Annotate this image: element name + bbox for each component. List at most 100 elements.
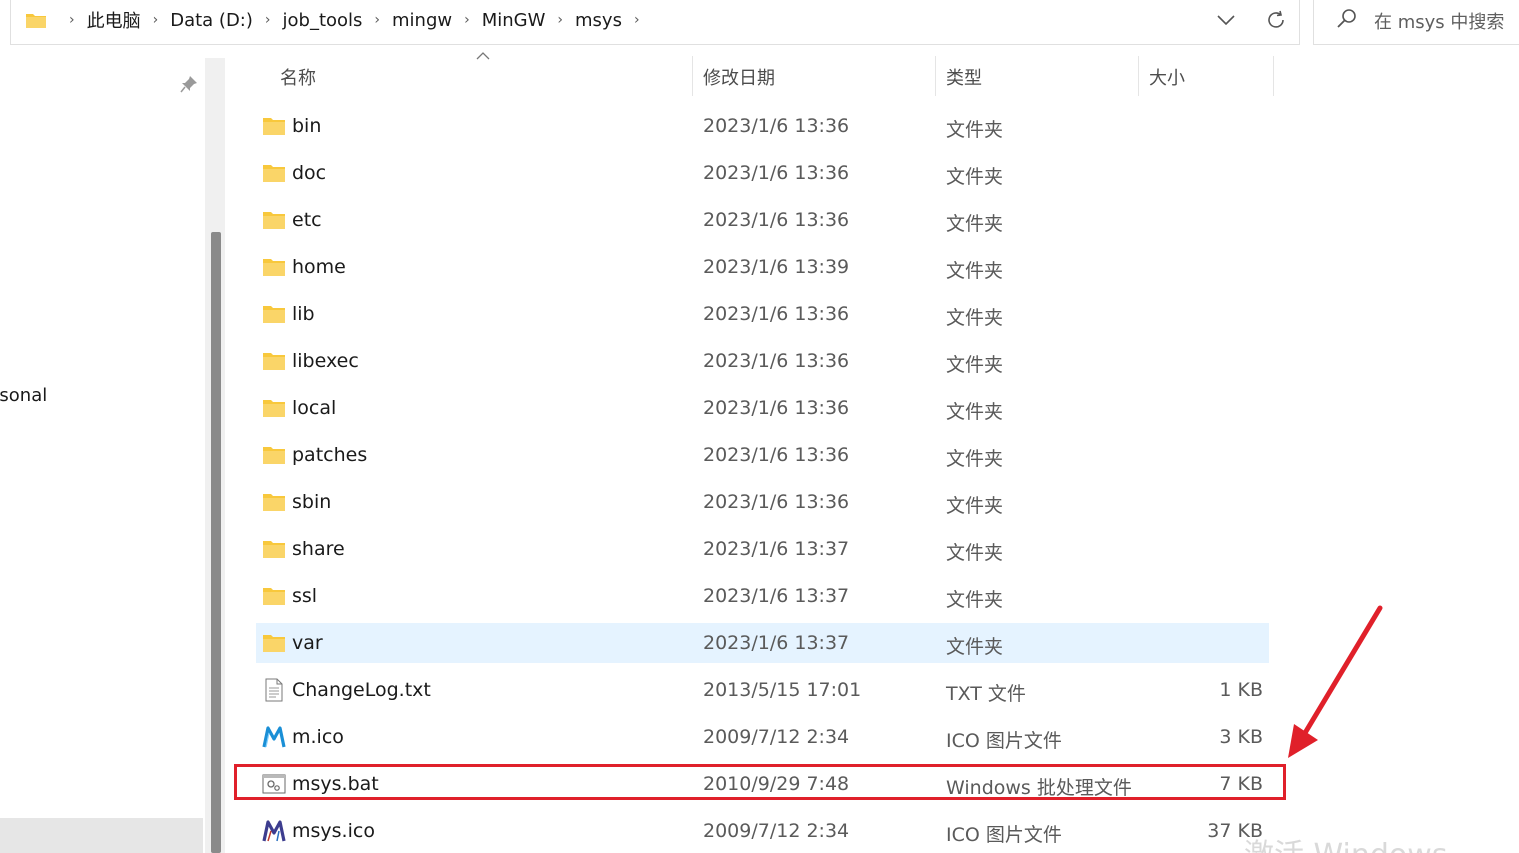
file-modified: 2009/7/12 2:34 [703,820,850,842]
column-header-modified[interactable]: 修改日期 [703,64,775,90]
file-row[interactable]: doc 2023/1/6 13:36 文件夹 [256,153,1269,193]
file-modified: 2023/1/6 13:37 [703,632,850,654]
file-modified: 2023/1/6 13:36 [703,397,850,419]
column-divider[interactable] [1273,56,1274,96]
folder-icon [262,537,286,561]
file-size: 1 KB [1219,679,1263,701]
folder-icon [262,443,286,467]
file-row[interactable]: libexec 2023/1/6 13:36 文件夹 [256,341,1269,381]
chevron-right-icon[interactable]: › [464,12,470,28]
file-modified: 2023/1/6 13:36 [703,303,850,325]
file-name: lib [292,303,315,325]
pin-icon[interactable] [180,75,198,93]
file-modified: 2023/1/6 13:36 [703,491,850,513]
text-file-icon [262,678,286,702]
chevron-right-icon[interactable]: › [265,12,271,28]
mingw-m-icon [262,725,286,749]
file-row[interactable]: m.ico 2009/7/12 2:34 ICO 图片文件 3 KB [256,717,1269,757]
file-name: m.ico [292,726,344,748]
file-name: ssl [292,585,318,607]
nav-item-personal[interactable]: rsonal [0,385,47,406]
folder-icon [262,161,286,185]
file-modified: 2023/1/6 13:36 [703,350,850,372]
file-type: 文件夹 [946,307,1004,329]
breadcrumb-item-mingw[interactable]: mingw [392,10,452,31]
breadcrumb-item-mingw-upper[interactable]: MinGW [482,10,546,31]
file-row[interactable]: share 2023/1/6 13:37 文件夹 [256,529,1269,569]
file-row[interactable]: sbin 2023/1/6 13:36 文件夹 [256,482,1269,522]
column-header-size[interactable]: 大小 [1149,64,1185,90]
file-type: 文件夹 [946,589,1004,611]
chevron-right-icon[interactable]: › [374,12,380,28]
file-name: var [292,632,323,654]
file-row[interactable]: ssl 2023/1/6 13:37 文件夹 [256,576,1269,616]
annotation-arrow-icon [1288,605,1383,758]
chevron-right-icon[interactable]: › [557,12,563,28]
file-row[interactable]: etc 2023/1/6 13:36 文件夹 [256,200,1269,240]
chevron-right-icon[interactable]: › [153,12,159,28]
refresh-button[interactable] [1261,6,1291,34]
column-divider[interactable] [1138,56,1139,96]
column-header-type[interactable]: 类型 [946,64,982,90]
folder-icon [262,490,286,514]
column-divider[interactable] [692,56,693,96]
file-name: patches [292,444,368,466]
file-name: msys.ico [292,820,375,842]
file-row-selected[interactable]: var 2023/1/6 13:37 文件夹 [256,623,1269,663]
file-type: 文件夹 [946,401,1004,423]
search-placeholder: 在 msys 中搜索 [1374,12,1505,33]
refresh-icon [1268,10,1284,28]
navigation-pane[interactable]: rsonal [0,45,205,853]
file-name: libexec [292,350,359,372]
file-name: sbin [292,491,332,513]
folder-icon [262,208,286,232]
search-input[interactable]: 在 msys 中搜索 [1313,0,1519,45]
nav-scrollbar-thumb[interactable] [211,232,221,853]
folder-icon [262,396,286,420]
file-modified: 2023/1/6 13:36 [703,209,850,231]
file-size: 3 KB [1219,726,1263,748]
file-name: doc [292,162,327,184]
file-type: 文件夹 [946,119,1004,141]
file-type: 文件夹 [946,542,1004,564]
folder-icon [262,349,286,373]
breadcrumb-item-data-drive[interactable]: Data (D:) [170,10,253,31]
breadcrumb-item-job-tools[interactable]: job_tools [283,10,363,31]
chevron-right-icon[interactable]: › [69,12,75,28]
file-row[interactable]: msys.ico 2009/7/12 2:34 ICO 图片文件 37 KB [256,811,1269,851]
file-row[interactable]: ChangeLog.txt 2013/5/15 17:01 TXT 文件 1 K… [256,670,1269,710]
sort-ascending-icon [476,52,490,60]
file-name: etc [292,209,322,231]
folder-icon [262,302,286,326]
file-modified: 2023/1/6 13:36 [703,115,850,137]
file-type: TXT 文件 [946,683,1026,705]
breadcrumb: › 此电脑 › Data (D:) › job_tools › mingw › … [25,0,652,40]
folder-icon [262,584,286,608]
file-row[interactable]: bin 2023/1/6 13:36 文件夹 [256,106,1269,146]
file-modified: 2023/1/6 13:36 [703,444,850,466]
file-type: 文件夹 [946,636,1004,658]
file-row[interactable]: home 2023/1/6 13:39 文件夹 [256,247,1269,287]
breadcrumb-item-this-pc[interactable]: 此电脑 [87,7,141,33]
folder-icon [262,114,286,138]
file-modified: 2013/5/15 17:01 [703,679,862,701]
chevron-right-icon[interactable]: › [634,12,640,28]
file-type: ICO 图片文件 [946,824,1062,846]
file-type: 文件夹 [946,448,1004,470]
history-dropdown-button[interactable] [1211,6,1241,34]
column-divider[interactable] [935,56,936,96]
address-bar[interactable]: › 此电脑 › Data (D:) › job_tools › mingw › … [10,0,1300,45]
file-row[interactable]: patches 2023/1/6 13:36 文件夹 [256,435,1269,475]
file-row[interactable]: local 2023/1/6 13:36 文件夹 [256,388,1269,428]
column-header-name[interactable]: 名称 [280,64,316,90]
activation-watermark: 激活 Windows [1244,830,1447,853]
file-type: ICO 图片文件 [946,730,1062,752]
file-row[interactable]: lib 2023/1/6 13:36 文件夹 [256,294,1269,334]
file-name: local [292,397,337,419]
nav-item-selected[interactable] [0,818,203,853]
file-name: share [292,538,345,560]
file-type: 文件夹 [946,354,1004,376]
file-name: ChangeLog.txt [292,679,431,701]
breadcrumb-item-msys[interactable]: msys [575,10,622,31]
file-type: 文件夹 [946,260,1004,282]
